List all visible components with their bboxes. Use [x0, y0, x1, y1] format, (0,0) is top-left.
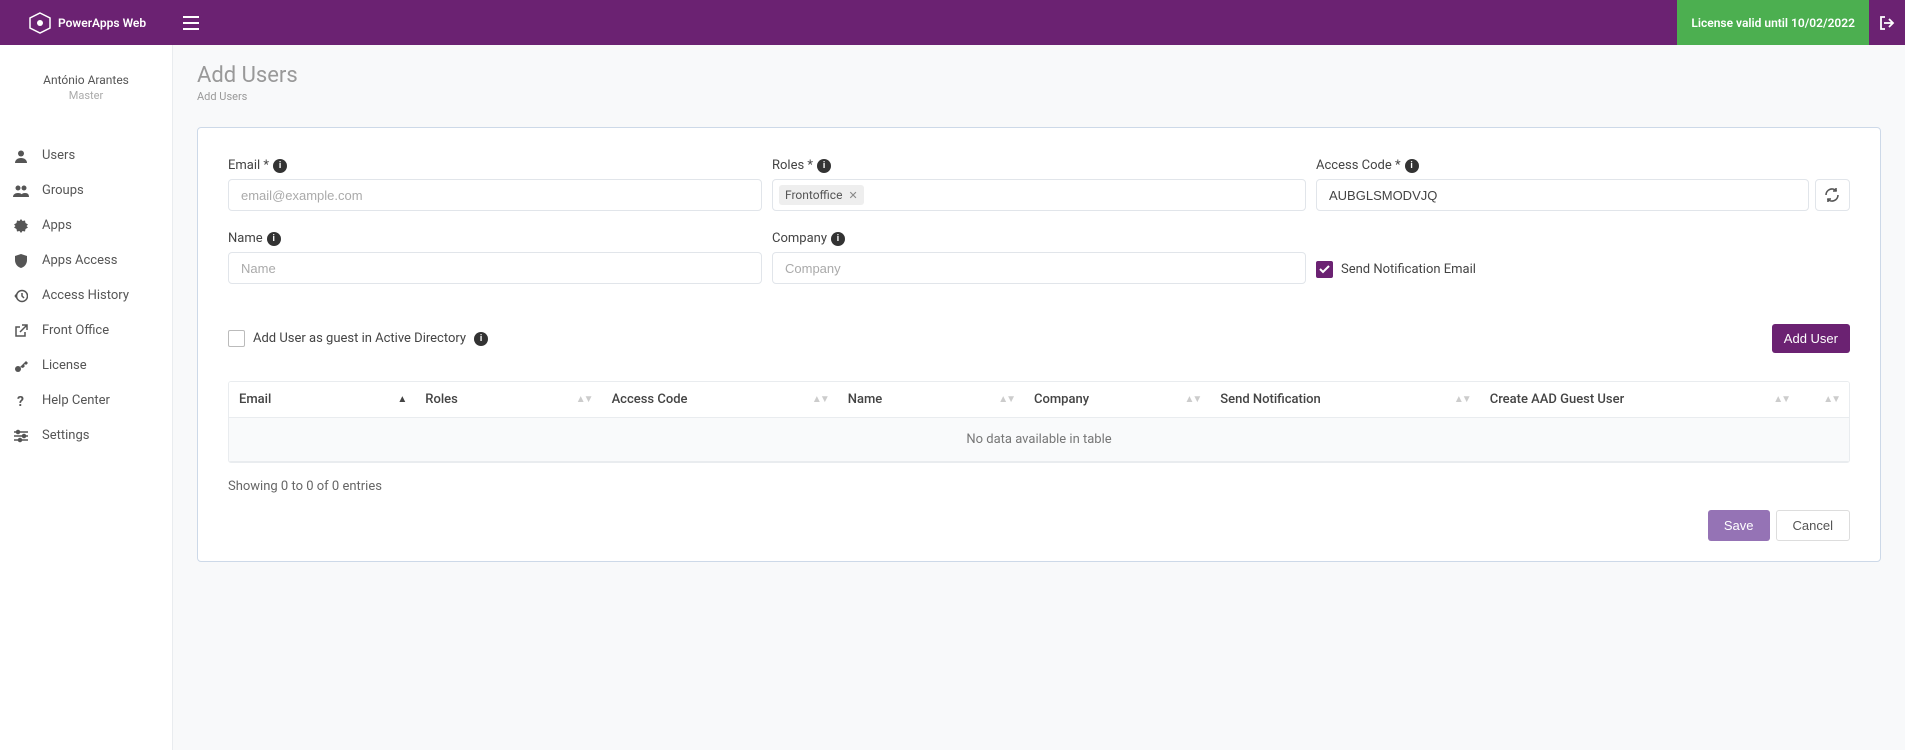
sidebar-item-label: Help Center — [42, 393, 110, 408]
sidebar-item-label: Access History — [42, 288, 129, 303]
profile: António Arantes Master — [0, 73, 172, 102]
roles-input[interactable]: Frontoffice ✕ — [772, 179, 1306, 211]
profile-name: António Arantes — [0, 73, 172, 87]
th-aad-guest[interactable]: Create AAD Guest User ▲▼ — [1480, 382, 1799, 418]
topbar: PowerApps Web License valid until 10/02/… — [0, 0, 1905, 45]
sidebar-item-apps-access[interactable]: Apps Access — [0, 243, 172, 278]
roles-label: Roles * i — [772, 158, 1306, 173]
info-icon[interactable]: i — [817, 159, 831, 173]
brand: PowerApps Web — [0, 11, 173, 35]
add-user-button[interactable]: Add User — [1772, 324, 1850, 353]
sidebar-item-front-office[interactable]: Front Office — [0, 313, 172, 348]
sidebar-item-label: Front Office — [42, 323, 109, 338]
main-content: Add Users Add Users Email * i Roles * i — [173, 45, 1905, 750]
regenerate-code-button[interactable] — [1815, 179, 1850, 211]
sort-icon: ▲▼ — [812, 394, 828, 405]
sidebar-item-users[interactable]: Users — [0, 138, 172, 173]
profile-role: Master — [0, 89, 172, 102]
save-button[interactable]: Save — [1708, 510, 1770, 541]
history-icon — [12, 289, 30, 303]
sidebar-item-settings[interactable]: Settings — [0, 418, 172, 453]
company-input[interactable] — [772, 252, 1306, 284]
sidebar-item-label: Groups — [42, 183, 84, 198]
users-table: Email ▲ Roles ▲▼ Access Code ▲▼ Name ▲▼ — [228, 381, 1850, 463]
table-empty-message: No data available in table — [229, 418, 1849, 462]
sidebar-item-label: License — [42, 358, 87, 373]
sort-icon: ▲ — [397, 394, 405, 405]
user-icon — [12, 149, 30, 163]
th-company[interactable]: Company ▲▼ — [1024, 382, 1210, 418]
info-icon[interactable]: i — [831, 232, 845, 246]
send-notification-label: Send Notification Email — [1341, 262, 1476, 277]
info-icon[interactable]: i — [273, 159, 287, 173]
sort-icon: ▲▼ — [576, 394, 592, 405]
th-send-notification[interactable]: Send Notification ▲▼ — [1210, 382, 1479, 418]
sidebar-item-label: Apps Access — [42, 253, 117, 268]
shield-icon — [12, 254, 30, 268]
name-input[interactable] — [228, 252, 762, 284]
sidebar-item-groups[interactable]: Groups — [0, 173, 172, 208]
cancel-button[interactable]: Cancel — [1776, 510, 1850, 541]
name-label: Name i — [228, 231, 762, 246]
aad-guest-label: Add User as guest in Active Directory — [253, 331, 466, 346]
users-icon — [12, 184, 30, 198]
info-icon[interactable]: i — [267, 232, 281, 246]
th-email[interactable]: Email ▲ — [229, 382, 415, 418]
th-roles[interactable]: Roles ▲▼ — [415, 382, 601, 418]
sidebar: António Arantes Master Users Groups Apps — [0, 45, 173, 750]
sort-icon: ▲▼ — [1773, 394, 1789, 405]
access-code-input[interactable] — [1316, 179, 1809, 211]
svg-text:?: ? — [17, 394, 24, 408]
breadcrumb: Add Users — [197, 90, 1881, 103]
sort-icon: ▲▼ — [1184, 394, 1200, 405]
logo-icon — [28, 11, 52, 35]
gear-icon — [12, 219, 30, 233]
th-actions[interactable]: ▲▼ — [1799, 382, 1849, 418]
access-code-label: Access Code * i — [1316, 158, 1850, 173]
sidebar-item-apps[interactable]: Apps — [0, 208, 172, 243]
remove-tag-icon[interactable]: ✕ — [848, 189, 857, 202]
table-header-row: Email ▲ Roles ▲▼ Access Code ▲▼ Name ▲▼ — [229, 382, 1849, 418]
sidebar-item-label: Users — [42, 148, 75, 163]
external-link-icon — [12, 324, 30, 338]
sort-icon: ▲▼ — [1454, 394, 1470, 405]
sidebar-item-label: Apps — [42, 218, 72, 233]
sort-icon: ▲▼ — [1823, 394, 1839, 405]
sliders-icon — [12, 429, 30, 443]
th-name[interactable]: Name ▲▼ — [838, 382, 1024, 418]
info-icon[interactable]: i — [1405, 159, 1419, 173]
role-tag: Frontoffice ✕ — [779, 185, 864, 205]
page-title: Add Users — [197, 63, 1881, 88]
aad-guest-checkbox[interactable] — [228, 330, 245, 347]
brand-text: PowerApps Web — [58, 16, 146, 30]
menu-toggle[interactable] — [183, 16, 199, 30]
question-icon: ? — [12, 394, 30, 408]
sidebar-item-help-center[interactable]: ? Help Center — [0, 383, 172, 418]
th-access-code[interactable]: Access Code ▲▼ — [602, 382, 838, 418]
sidebar-item-access-history[interactable]: Access History — [0, 278, 172, 313]
sidebar-item-license[interactable]: License — [0, 348, 172, 383]
license-badge: License valid until 10/02/2022 — [1677, 0, 1869, 45]
company-label: Company i — [772, 231, 1306, 246]
key-icon — [12, 359, 30, 373]
email-input[interactable] — [228, 179, 762, 211]
sidebar-item-label: Settings — [42, 428, 89, 443]
add-users-card: Email * i Roles * i Frontoffice ✕ — [197, 127, 1881, 562]
table-entries-info: Showing 0 to 0 of 0 entries — [228, 479, 382, 494]
info-icon[interactable]: i — [474, 332, 488, 346]
sort-icon: ▲▼ — [998, 394, 1014, 405]
logout-button[interactable] — [1869, 0, 1905, 45]
email-label: Email * i — [228, 158, 762, 173]
send-notification-checkbox[interactable] — [1316, 261, 1333, 278]
topbar-right: License valid until 10/02/2022 — [1677, 0, 1905, 45]
